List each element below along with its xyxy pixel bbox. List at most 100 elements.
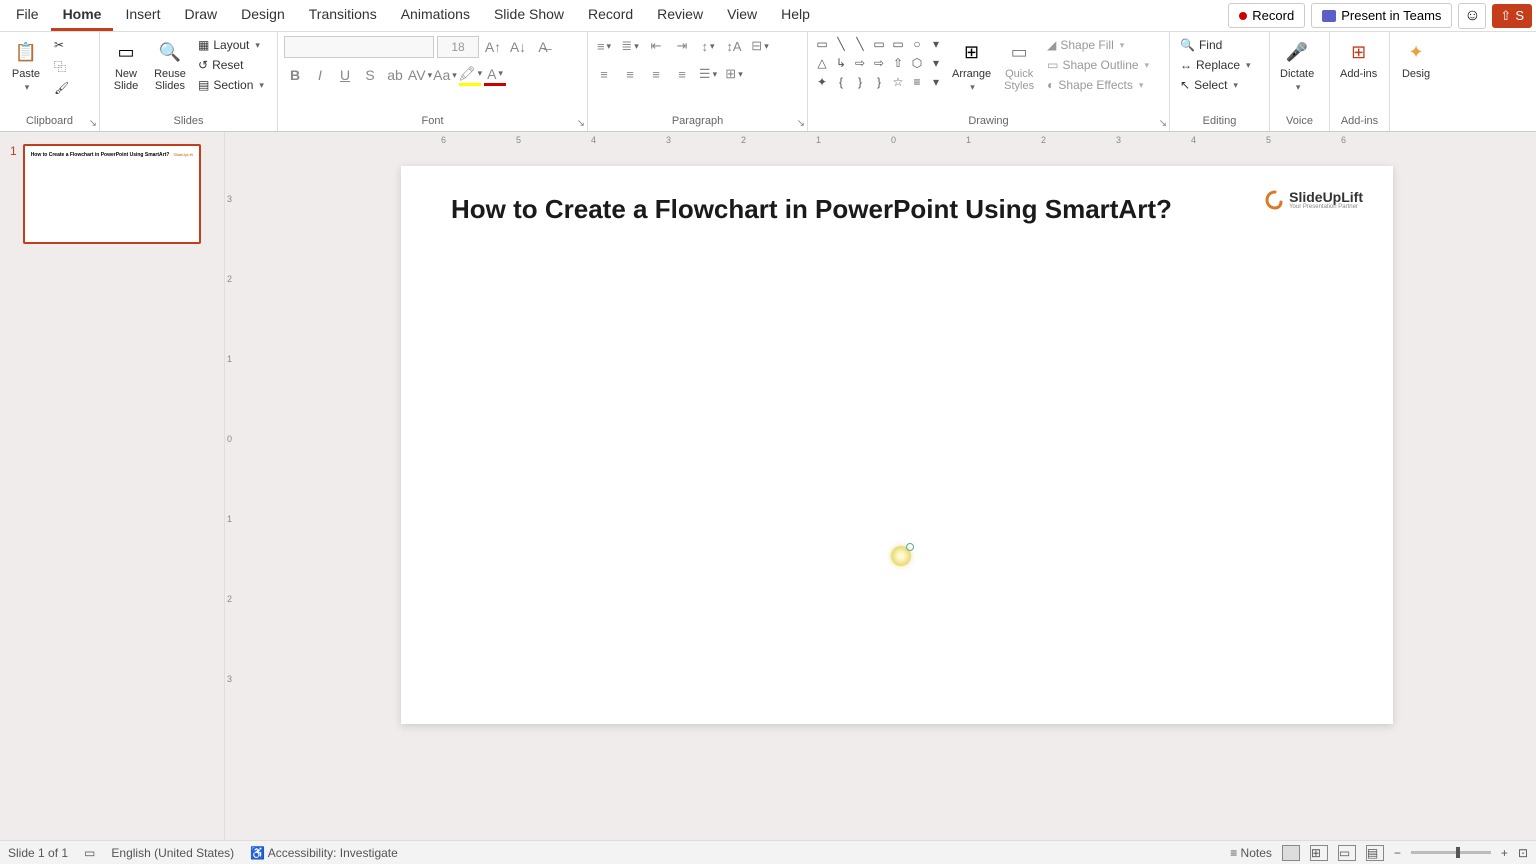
clear-format-button[interactable]: A̶ <box>532 36 554 58</box>
accessibility-status[interactable]: ♿ Accessibility: Investigate <box>250 846 398 860</box>
addins-button[interactable]: ⊞ Add-ins <box>1336 36 1381 82</box>
oval-shape-icon[interactable]: ○ <box>909 36 925 52</box>
slide-canvas[interactable]: How to Create a Flowchart in PowerPoint … <box>401 166 1393 724</box>
dialog-launcher-icon[interactable]: ↘ <box>89 118 97 129</box>
font-size-select[interactable] <box>437 36 479 58</box>
align-center-button[interactable]: ≡ <box>620 64 640 84</box>
font-color-button[interactable]: A▾ <box>484 64 506 86</box>
slide-counter[interactable]: Slide 1 of 1 <box>8 846 68 860</box>
zoom-slider[interactable] <box>1411 851 1491 854</box>
designer-button[interactable]: ✦ Desig <box>1396 36 1436 82</box>
arrow-shape-icon[interactable]: ⇨ <box>852 55 868 71</box>
align-text-button[interactable]: ⊟▾ <box>750 36 770 56</box>
more-icon[interactable]: ▾ <box>928 74 944 90</box>
tab-file[interactable]: File <box>4 0 51 31</box>
tab-help[interactable]: Help <box>769 0 822 31</box>
dialog-launcher-icon[interactable]: ↘ <box>577 118 585 129</box>
arrange-button[interactable]: ⊞ Arrange ▾ <box>948 36 995 95</box>
shape-fill-button[interactable]: ◢Shape Fill▾ <box>1043 36 1153 54</box>
star-shape-icon[interactable]: ✦ <box>814 74 830 90</box>
record-button[interactable]: Record <box>1228 3 1305 28</box>
replace-button[interactable]: ↔Replace▾ <box>1176 56 1255 74</box>
shape-outline-button[interactable]: ▭Shape Outline▾ <box>1043 56 1153 74</box>
highlight-button[interactable]: 🖍▾ <box>459 64 481 86</box>
connector-shape-icon[interactable]: ↳ <box>833 55 849 71</box>
tab-insert[interactable]: Insert <box>113 0 172 31</box>
zoom-in-button[interactable]: + <box>1501 846 1508 860</box>
more-icon[interactable]: ≡ <box>909 74 925 90</box>
tab-home[interactable]: Home <box>51 0 114 31</box>
brace-shape-icon[interactable]: } <box>852 74 868 90</box>
arrow-shape-icon[interactable]: ⇨ <box>871 55 887 71</box>
fit-window-button[interactable]: ⊡ <box>1518 846 1528 860</box>
feedback-button[interactable]: ☺ <box>1458 3 1486 29</box>
slideshow-view-button[interactable]: ▤ <box>1366 845 1384 861</box>
brace-shape-icon[interactable]: } <box>871 74 887 90</box>
outdent-button[interactable]: ⇤ <box>646 36 666 56</box>
sorter-view-button[interactable]: ⊞ <box>1310 845 1328 861</box>
tab-draw[interactable]: Draw <box>172 0 229 31</box>
case-button[interactable]: Aa▾ <box>434 64 456 86</box>
find-button[interactable]: 🔍Find <box>1176 36 1255 54</box>
layout-button[interactable]: ▦Layout▾ <box>194 36 268 54</box>
tab-record[interactable]: Record <box>576 0 645 31</box>
normal-view-button[interactable] <box>1282 845 1300 861</box>
tab-animations[interactable]: Animations <box>389 0 482 31</box>
tab-transitions[interactable]: Transitions <box>297 0 389 31</box>
new-slide-button[interactable]: ▭ New Slide <box>106 36 146 94</box>
spell-check-icon[interactable]: ▭ <box>84 846 95 860</box>
select-button[interactable]: ↖Select▾ <box>1176 76 1255 94</box>
share-button[interactable]: ⇧ S <box>1492 4 1532 28</box>
columns-button[interactable]: ☰▾ <box>698 64 718 84</box>
font-family-select[interactable] <box>284 36 434 58</box>
slide-thumbnails-pane[interactable]: 1 How to Create a Flowchart in PowerPoin… <box>0 132 224 840</box>
underline-button[interactable]: U <box>334 64 356 86</box>
copy-button[interactable]: ⿻ <box>50 56 73 77</box>
bullets-button[interactable]: ≡▾ <box>594 36 614 56</box>
line-spacing-button[interactable]: ↕▾ <box>698 36 718 56</box>
tab-review[interactable]: Review <box>645 0 715 31</box>
align-right-button[interactable]: ≡ <box>646 64 666 84</box>
slide-title-text[interactable]: How to Create a Flowchart in PowerPoint … <box>451 194 1172 225</box>
justify-button[interactable]: ≡ <box>672 64 692 84</box>
more-icon[interactable]: ▾ <box>928 55 944 71</box>
tab-design[interactable]: Design <box>229 0 297 31</box>
strike-button[interactable]: S <box>359 64 381 86</box>
slide-thumbnail[interactable]: How to Create a Flowchart in PowerPoint … <box>23 144 201 244</box>
textbox-shape-icon[interactable]: ▭ <box>814 36 830 52</box>
increase-font-button[interactable]: A↑ <box>482 36 504 58</box>
arrow-shape-icon[interactable]: ⬡ <box>909 55 925 71</box>
format-painter-button[interactable]: 🖌 <box>50 79 73 97</box>
notes-button[interactable]: ≡ Notes <box>1230 846 1272 860</box>
shape-effects-button[interactable]: ◐Shape Effects▾ <box>1043 76 1153 94</box>
line-shape-icon[interactable]: ╲ <box>833 36 849 52</box>
zoom-out-button[interactable]: − <box>1394 846 1401 860</box>
paste-button[interactable]: 📋 Paste ▾ <box>6 36 46 95</box>
language-status[interactable]: English (United States) <box>111 846 234 860</box>
slide-canvas-area[interactable]: 6 5 4 3 2 1 0 1 2 3 4 5 6 How to Create … <box>246 132 1536 840</box>
dictate-button[interactable]: 🎤 Dictate ▾ <box>1276 36 1318 95</box>
decrease-font-button[interactable]: A↓ <box>507 36 529 58</box>
star-shape-icon[interactable]: ☆ <box>890 74 906 90</box>
dialog-launcher-icon[interactable]: ↘ <box>1159 118 1167 129</box>
rect-shape-icon[interactable]: ▭ <box>871 36 887 52</box>
numbering-button[interactable]: ≣▾ <box>620 36 640 56</box>
indent-button[interactable]: ⇥ <box>672 36 692 56</box>
more-icon[interactable]: ▾ <box>928 36 944 52</box>
dialog-launcher-icon[interactable]: ↘ <box>797 118 805 129</box>
arrow-shape-icon[interactable]: ⇧ <box>890 55 906 71</box>
tab-view[interactable]: View <box>715 0 769 31</box>
bold-button[interactable]: B <box>284 64 306 86</box>
shapes-gallery[interactable]: ▭ ╲ ╲ ▭ ▭ ○ ▾ △ ↳ ⇨ ⇨ ⇧ ⬡ ▾ ✦ { } } ☆ ≡ <box>814 36 944 90</box>
brace-shape-icon[interactable]: { <box>833 74 849 90</box>
italic-button[interactable]: I <box>309 64 331 86</box>
tab-slideshow[interactable]: Slide Show <box>482 0 576 31</box>
quick-styles-button[interactable]: ▭ Quick Styles <box>999 36 1039 94</box>
section-button[interactable]: ▤Section▾ <box>194 76 268 94</box>
cut-button[interactable]: ✂ <box>50 36 73 54</box>
line-shape-icon[interactable]: ╲ <box>852 36 868 52</box>
text-direction-button[interactable]: ↕A <box>724 36 744 56</box>
spacing-button[interactable]: AV▾ <box>409 64 431 86</box>
triangle-shape-icon[interactable]: △ <box>814 55 830 71</box>
reuse-slides-button[interactable]: 🔍 Reuse Slides <box>150 36 190 94</box>
